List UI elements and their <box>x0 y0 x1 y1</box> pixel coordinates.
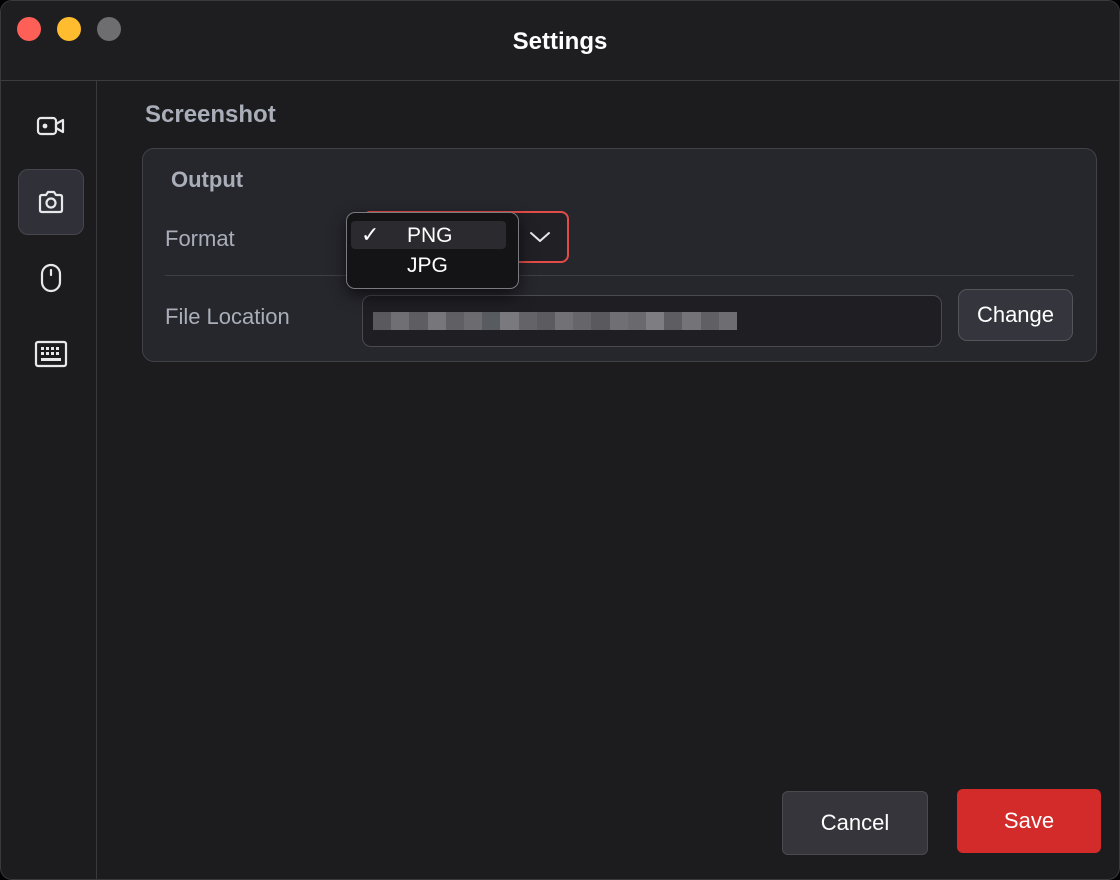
output-card: Output Format File Location Change <box>142 148 1097 362</box>
format-dropdown-menu: ✓ PNG JPG <box>346 212 519 289</box>
dropdown-option-jpg[interactable]: JPG <box>351 251 506 279</box>
change-location-button[interactable]: Change <box>958 289 1073 341</box>
sidebar-item-mouse[interactable] <box>18 245 84 311</box>
section-title: Screenshot <box>145 101 276 128</box>
cancel-button[interactable]: Cancel <box>782 791 928 855</box>
window-title: Settings <box>512 28 608 55</box>
format-label: Format <box>165 226 235 251</box>
save-button[interactable]: Save <box>957 789 1101 853</box>
dropdown-option-png[interactable]: ✓ PNG <box>351 221 506 249</box>
settings-window: Settings Screenshot Output Format File L… <box>0 0 1120 880</box>
video-camera-icon <box>36 114 66 138</box>
dropdown-option-label: JPG <box>407 254 448 277</box>
redacted-path <box>373 312 738 330</box>
mouse-icon <box>40 263 62 293</box>
checkmark-icon: ✓ <box>361 222 380 247</box>
file-location-field[interactable] <box>362 295 942 347</box>
dropdown-option-label: PNG <box>407 224 453 247</box>
sidebar <box>1 81 97 879</box>
row-divider <box>165 275 1074 276</box>
file-location-label: File Location <box>165 304 290 329</box>
sidebar-item-screenshot[interactable] <box>18 169 84 235</box>
keyboard-icon <box>34 340 68 368</box>
chevron-down-icon <box>529 227 551 252</box>
card-title: Output <box>171 167 244 192</box>
sidebar-item-video[interactable] <box>18 93 84 159</box>
sidebar-item-keyboard[interactable] <box>18 321 84 387</box>
title-bar: Settings <box>1 1 1119 81</box>
camera-icon <box>37 189 65 215</box>
